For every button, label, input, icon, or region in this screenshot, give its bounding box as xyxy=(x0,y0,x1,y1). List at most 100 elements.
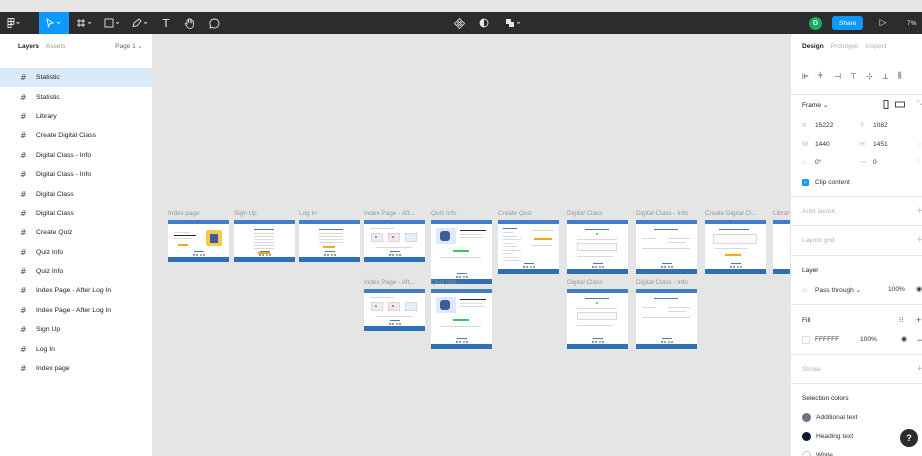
align-center-vertical-icon[interactable]: ⊹ xyxy=(866,72,882,81)
frame-label[interactable]: Quiz Info xyxy=(431,279,457,286)
align-top-icon[interactable]: ⊤ xyxy=(850,72,866,81)
layer-item[interactable]: # Create Digital Class xyxy=(0,126,152,145)
selection-color-swatch[interactable] xyxy=(802,413,811,422)
layer-item[interactable]: # Digital Class xyxy=(0,184,152,203)
fill-hex-input[interactable]: FFFFFF xyxy=(815,336,839,343)
align-right-icon[interactable]: ⊣ xyxy=(834,72,850,81)
share-button[interactable]: Share xyxy=(832,16,864,30)
user-avatar[interactable]: G xyxy=(809,17,822,30)
text-tool-button[interactable]: T xyxy=(159,12,173,34)
frame-preset-dropdown[interactable]: Frame ⌄ xyxy=(802,101,828,109)
present-button[interactable]: ▷ xyxy=(876,12,890,34)
fill-color-swatch[interactable] xyxy=(802,336,810,344)
layer-item[interactable]: # Digital Class xyxy=(0,204,152,223)
layer-item[interactable]: # Index Page - After Log In xyxy=(0,301,152,320)
tab-inspect[interactable]: Inspect xyxy=(866,43,887,50)
layer-item[interactable]: # Sign Up xyxy=(0,320,152,339)
design-canvas[interactable]: Index page Sign Up Log In Index Page - Aft.… xyxy=(153,34,790,456)
shape-tool-button[interactable] xyxy=(101,12,125,34)
frame-label[interactable]: Digital Class - Info xyxy=(636,279,688,286)
independent-corners-icon[interactable]: ⁞ xyxy=(917,158,919,165)
fill-styles-grid-icon[interactable]: ⁝⁝ xyxy=(899,316,903,324)
frame-label[interactable]: Index Page - Aft... xyxy=(364,210,415,217)
y-input[interactable]: 1082 xyxy=(873,122,888,129)
move-tool-button[interactable] xyxy=(39,12,69,34)
frame-thumbnail[interactable] xyxy=(498,220,559,274)
pen-tool-button[interactable] xyxy=(129,12,153,34)
frame-label[interactable]: Create Digital Cl... xyxy=(705,210,757,217)
comment-tool-button[interactable] xyxy=(206,12,222,34)
frame-label[interactable]: Quiz Info xyxy=(431,210,457,217)
add-auto-layout-icon[interactable]: + xyxy=(916,206,922,216)
page-selector[interactable]: Page 1 ⌄ xyxy=(115,42,143,50)
layer-item[interactable]: # Create Quiz xyxy=(0,223,152,242)
frame-thumbnail[interactable] xyxy=(234,220,295,262)
landscape-orientation-icon[interactable] xyxy=(895,101,905,108)
hand-tool-button[interactable] xyxy=(181,12,197,34)
mask-button[interactable] xyxy=(477,12,491,34)
align-bottom-icon[interactable]: ⊥ xyxy=(882,72,898,81)
frame-label[interactable]: Create Quiz xyxy=(498,210,532,217)
layer-item[interactable]: # Quiz Info xyxy=(0,243,152,262)
layer-item[interactable]: # Index page xyxy=(0,359,152,378)
layer-item[interactable]: # Statistic xyxy=(0,87,152,106)
layer-item[interactable]: # Log In xyxy=(0,339,152,358)
frame-thumbnail[interactable] xyxy=(773,220,790,274)
frame-label[interactable]: Log In xyxy=(299,210,317,217)
frame-thumbnail[interactable] xyxy=(705,220,766,274)
frame-thumbnail[interactable] xyxy=(364,220,425,262)
main-menu-button[interactable] xyxy=(3,12,23,34)
zoom-level[interactable]: 7% xyxy=(907,12,916,34)
distribute-icon[interactable]: ⫼ xyxy=(898,71,914,81)
tab-prototype[interactable]: Prototype xyxy=(831,43,859,50)
selection-color-swatch[interactable] xyxy=(802,451,811,456)
add-stroke-icon[interactable]: + xyxy=(916,364,922,374)
frame-thumbnail[interactable] xyxy=(299,220,360,262)
fill-opacity-input[interactable]: 100% xyxy=(860,336,877,343)
boolean-operations-button[interactable] xyxy=(502,12,526,34)
components-button[interactable] xyxy=(452,12,466,34)
frame-label[interactable]: Digital Class xyxy=(567,210,603,217)
resize-to-fit-icon[interactable]: ⤡ xyxy=(917,100,922,108)
blend-mode-dropdown[interactable]: Pass through ⌄ xyxy=(815,286,861,294)
tab-layers[interactable]: Layers xyxy=(18,43,39,50)
width-input[interactable]: 1440 xyxy=(815,141,830,148)
frame-label[interactable]: Digital Class xyxy=(567,279,603,286)
selection-color-swatch[interactable] xyxy=(802,432,811,441)
corner-radius-input[interactable]: 0 xyxy=(873,159,877,166)
constrain-proportions-icon[interactable]: ◌ xyxy=(917,140,922,149)
frame-label[interactable]: Library xyxy=(773,210,790,217)
layer-item[interactable]: # Index Page - After Log In xyxy=(0,281,152,300)
frame-label[interactable]: Sign Up xyxy=(234,210,257,217)
frame-tool-button[interactable] xyxy=(73,12,97,34)
frame-label[interactable]: Index Page - Aft... xyxy=(364,279,415,286)
x-input[interactable]: 15222 xyxy=(815,122,833,129)
rotation-input[interactable]: 0° xyxy=(815,159,821,166)
frame-label[interactable]: Digital Class - Info xyxy=(636,210,688,217)
layer-item[interactable]: # Digital Class - Info xyxy=(0,165,152,184)
layer-opacity-input[interactable]: 100% xyxy=(888,286,905,293)
layer-item[interactable]: # Library xyxy=(0,107,152,126)
frame-thumbnail[interactable] xyxy=(567,220,628,274)
frame-thumbnail[interactable] xyxy=(431,289,492,349)
layer-item[interactable]: # Quiz Info xyxy=(0,262,152,281)
clip-content-checkbox[interactable]: ✓ xyxy=(802,179,809,186)
remove-fill-icon[interactable]: − xyxy=(917,335,922,345)
frame-thumbnail[interactable] xyxy=(431,220,492,284)
add-layout-grid-icon[interactable]: + xyxy=(916,235,922,245)
add-fill-icon[interactable]: + xyxy=(916,315,921,325)
layer-item[interactable]: # Digital Class - Info xyxy=(0,146,152,165)
layer-visibility-eye-icon[interactable]: ◉ xyxy=(916,285,922,293)
frame-thumbnail[interactable] xyxy=(636,289,697,349)
tab-assets[interactable]: Assets xyxy=(46,43,66,50)
tab-design[interactable]: Design xyxy=(802,43,824,50)
frame-thumbnail[interactable] xyxy=(636,220,697,274)
fill-visibility-eye-icon[interactable]: ◉ xyxy=(901,335,907,343)
align-center-horizontal-icon[interactable]: ⫩ xyxy=(818,71,834,81)
frame-thumbnail[interactable] xyxy=(364,289,425,331)
frame-thumbnail[interactable] xyxy=(168,220,229,262)
layer-item[interactable]: # Statistic xyxy=(0,68,152,88)
help-button[interactable]: ? xyxy=(900,429,918,447)
height-input[interactable]: 1451 xyxy=(873,141,888,148)
align-left-icon[interactable]: ⊫ xyxy=(802,72,818,81)
